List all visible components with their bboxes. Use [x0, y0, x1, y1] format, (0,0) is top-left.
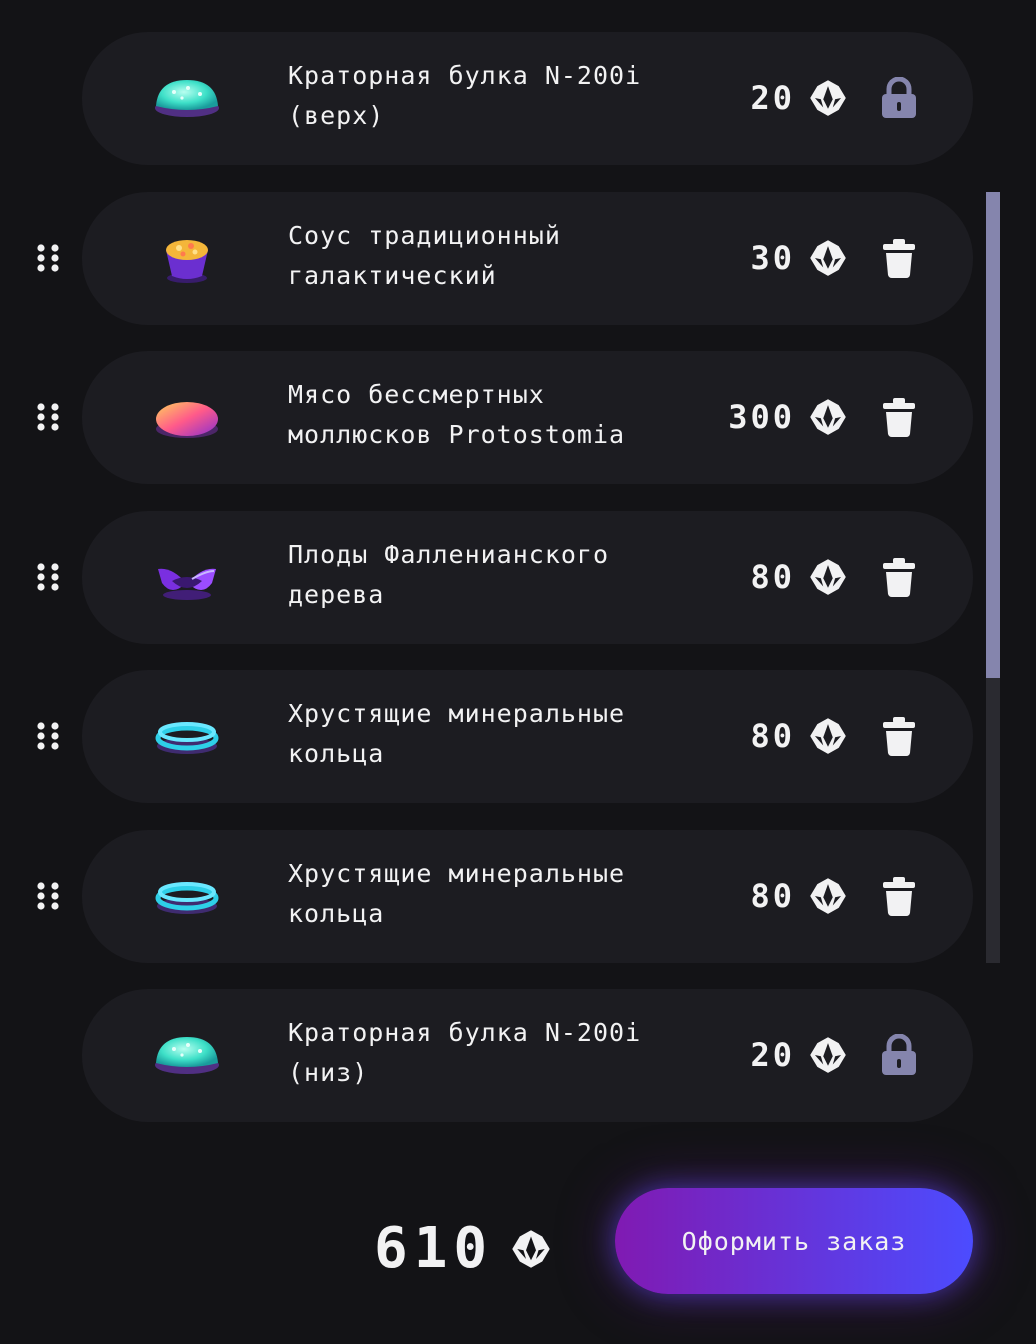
ingredient-card: Мясо бессмертных моллюсков Protostomia 30…: [82, 351, 973, 484]
ingredient-row[interactable]: Мясо бессмертных моллюсков Protostomia 30…: [0, 351, 1036, 484]
drag-handle-icon[interactable]: [36, 561, 62, 593]
ingredient-name: Плоды Фалленианского дерева: [288, 540, 610, 609]
trash-icon[interactable]: [879, 715, 919, 757]
drag-handle-icon[interactable]: [36, 720, 62, 752]
ingredient-name: Хрустящие минеральные кольца: [288, 699, 626, 768]
currency-icon: [809, 877, 847, 915]
price-value: 80: [750, 877, 795, 915]
price-value: 20: [750, 79, 795, 117]
price-value: 30: [750, 239, 795, 277]
ingredient-card: Соус традиционный галактический 30: [82, 192, 973, 325]
ingredient-card: Краторная булка N-200i (верх) 20: [82, 32, 973, 165]
sauce-image: [152, 228, 222, 288]
price-value: 300: [728, 398, 795, 436]
ingredient-row[interactable]: Плоды Фалленианского дерева 80: [0, 511, 1036, 644]
rings-image: [152, 706, 222, 766]
trash-icon[interactable]: [879, 556, 919, 598]
rings-image: [152, 866, 222, 926]
scrollbar-thumb[interactable]: [986, 192, 1000, 678]
ingredient-price: 20: [750, 76, 847, 120]
price-value: 80: [750, 558, 795, 596]
ingredient-row[interactable]: Хрустящие минеральные кольца 80: [0, 830, 1036, 963]
ingredient-card: Краторная булка N-200i (низ) 20: [82, 989, 973, 1122]
trash-icon[interactable]: [879, 875, 919, 917]
price-value: 80: [750, 717, 795, 755]
lock-icon: [879, 77, 919, 119]
ingredient-name: Мясо бессмертных моллюсков Protostomia: [288, 380, 626, 449]
bun-image: [152, 68, 222, 128]
place-order-button[interactable]: Оформить заказ: [615, 1188, 973, 1294]
currency-icon: [809, 1036, 847, 1074]
currency-icon: [809, 558, 847, 596]
currency-icon: [809, 398, 847, 436]
bun-image: [152, 1025, 222, 1085]
fruit-image: [152, 547, 222, 607]
ingredient-price: 300: [728, 395, 847, 439]
bun-top-row: Краторная булка N-200i (верх) 20: [0, 32, 1036, 165]
ingredient-name: Соус традиционный галактический: [288, 221, 561, 290]
ingredient-card: Плоды Фалленианского дерева 80: [82, 511, 973, 644]
drag-handle-icon[interactable]: [36, 880, 62, 912]
ingredient-price: 20: [750, 1033, 847, 1077]
burger-constructor: Краторная булка N-200i (верх) 20 Соус трад…: [0, 0, 1036, 1344]
currency-icon: [809, 79, 847, 117]
drag-handle-icon[interactable]: [36, 242, 62, 274]
drag-handle-icon[interactable]: [36, 401, 62, 433]
meat-image: [152, 387, 222, 447]
total-price: 610: [374, 1216, 494, 1281]
order-footer: 610 Оформить заказ: [0, 1188, 1036, 1298]
trash-icon[interactable]: [879, 396, 919, 438]
currency-icon: [809, 239, 847, 277]
currency-icon: [809, 717, 847, 755]
lock-icon: [879, 1034, 919, 1076]
ingredient-name: Краторная булка N-200i (низ): [288, 1018, 642, 1087]
ingredient-price: 80: [750, 555, 847, 599]
ingredient-price: 80: [750, 874, 847, 918]
ingredient-row[interactable]: Хрустящие минеральные кольца 80: [0, 670, 1036, 803]
ingredient-card: Хрустящие минеральные кольца 80: [82, 830, 973, 963]
ingredient-row[interactable]: Соус традиционный галактический 30: [0, 192, 1036, 325]
trash-icon[interactable]: [879, 237, 919, 279]
bun-bottom-row: Краторная булка N-200i (низ) 20: [0, 989, 1036, 1122]
order-total: 610: [374, 1216, 551, 1281]
ingredient-name: Краторная булка N-200i (верх): [288, 61, 642, 130]
ingredient-card: Хрустящие минеральные кольца 80: [82, 670, 973, 803]
scrollbar-track[interactable]: [986, 192, 1000, 963]
ingredient-price: 30: [750, 236, 847, 280]
currency-icon: [511, 1229, 551, 1269]
price-value: 20: [750, 1036, 795, 1074]
ingredient-name: Хрустящие минеральные кольца: [288, 859, 626, 928]
ingredient-price: 80: [750, 714, 847, 758]
